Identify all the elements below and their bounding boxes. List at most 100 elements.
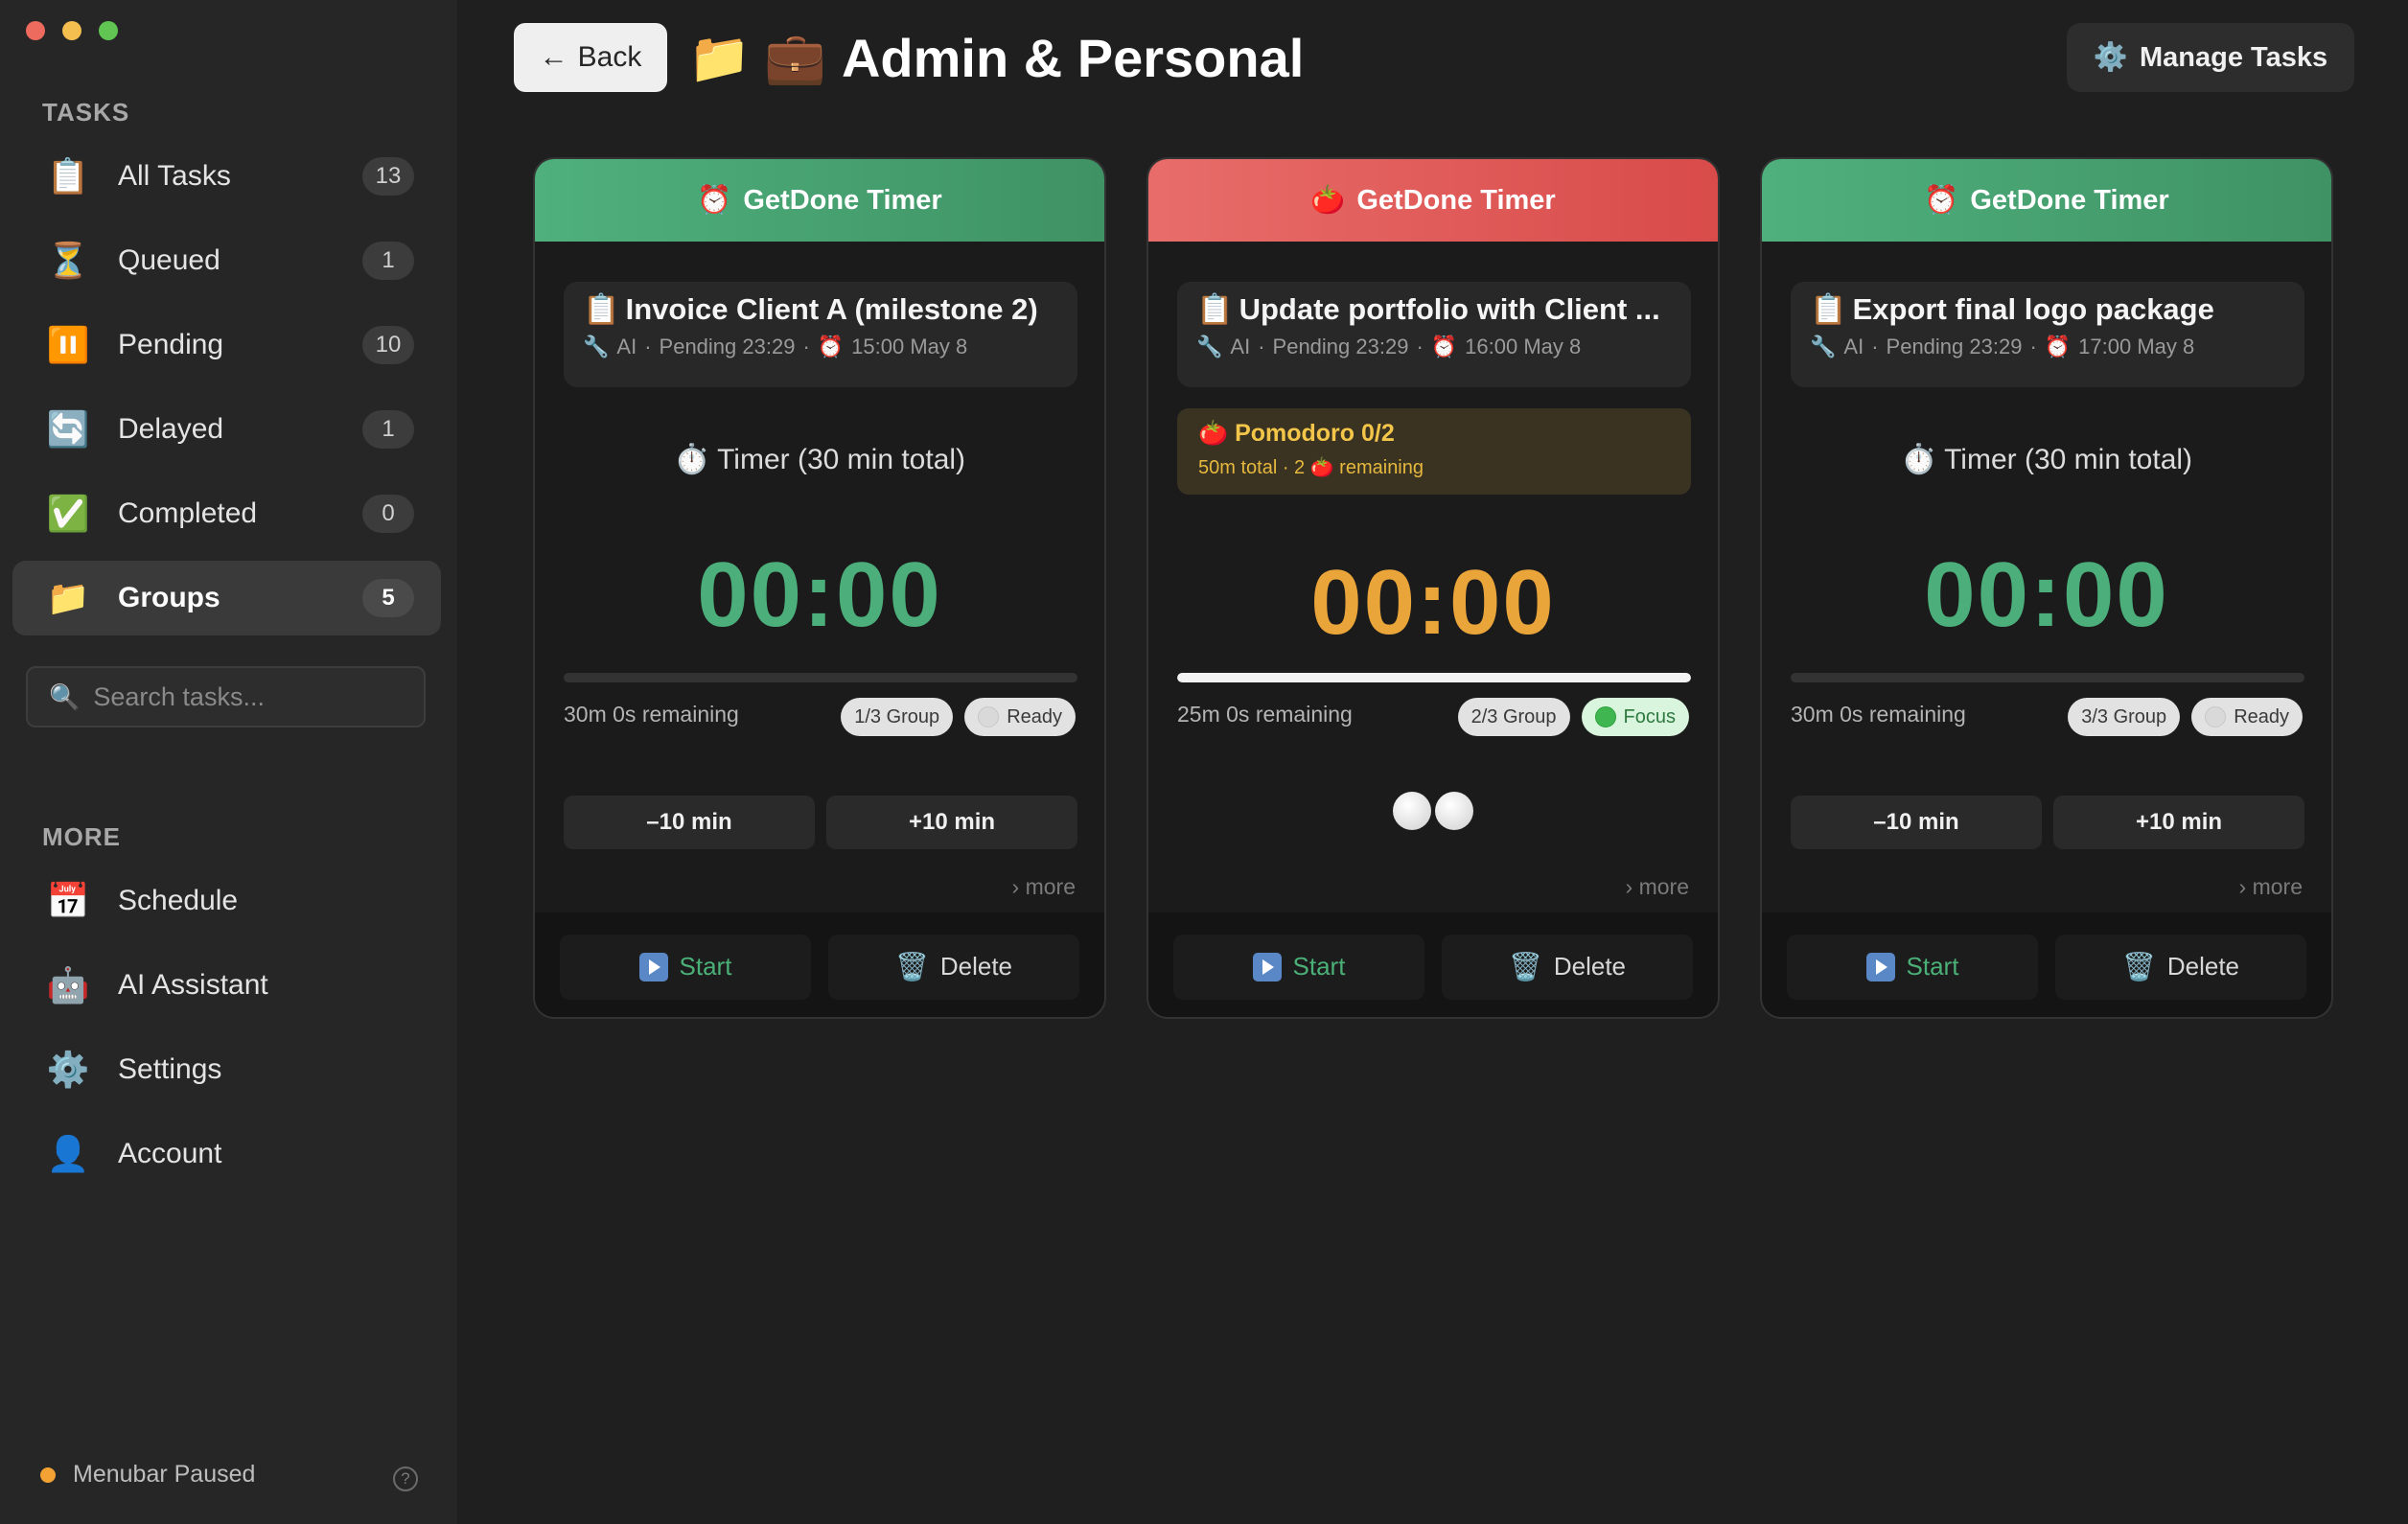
wrench-icon: 🔧 <box>1810 335 1837 358</box>
card-footer: Start 🗑️ Delete <box>1762 912 2331 1017</box>
back-button[interactable]: ← Back <box>514 23 667 92</box>
alarm-clock-icon: ⏰ <box>1924 185 1959 216</box>
clipboard-icon: 📋 <box>46 156 90 196</box>
more-link[interactable]: › more <box>1626 874 1689 900</box>
session-dot-icon <box>1393 792 1431 830</box>
count-badge: 13 <box>362 157 414 196</box>
task-title-text: Update portfolio with Client ... <box>1239 291 1660 326</box>
remaining-text: 25m 0s remaining <box>1177 702 1353 727</box>
card-header-label: GetDone Timer <box>1356 184 1556 216</box>
more-link[interactable]: › more <box>1012 874 1076 900</box>
count-badge: 10 <box>362 326 414 364</box>
pomodoro-session-dots <box>1148 792 1718 830</box>
task-meta: 🔧 AI · Pending 23:29 · ⏰ 17:00 May 8 <box>1810 335 2285 359</box>
minus-10-min-button[interactable]: –10 min <box>564 796 815 849</box>
task-title: 📋 Invoice Client A (milestone 2) <box>583 291 1058 327</box>
search-icon: 🔍 <box>49 681 81 711</box>
clipboard-icon: 📋 <box>583 292 620 326</box>
arrow-left-icon: ← <box>539 41 568 73</box>
calendar-icon: 📅 <box>46 881 90 920</box>
timer-display: 00:00 <box>697 543 942 646</box>
wrench-icon: 🔧 <box>1196 335 1223 358</box>
remaining-text: 30m 0s remaining <box>1791 702 1966 727</box>
play-icon <box>1865 952 1895 981</box>
start-button[interactable]: Start <box>1787 934 2038 1000</box>
sidebar-item-queued[interactable]: ⏳ Queued 1 <box>12 223 441 298</box>
delete-button[interactable]: 🗑️ Delete <box>828 934 1079 1000</box>
sidebar-item-label: Groups <box>118 582 220 613</box>
sidebar-item-label: Schedule <box>118 885 239 916</box>
page-title-text: Admin & Personal <box>841 28 1305 88</box>
count-badge: 5 <box>362 579 414 617</box>
meta-separator: · <box>802 335 810 358</box>
start-label: Start <box>1292 952 1346 981</box>
sidebar-item-schedule[interactable]: 📅 Schedule <box>12 864 441 938</box>
minus-10-min-button[interactable]: –10 min <box>1791 796 2042 849</box>
status-badge-label: Focus <box>1623 705 1676 727</box>
gear-icon: ⚙️ <box>2093 42 2128 73</box>
remaining-text: 30m 0s remaining <box>564 702 739 727</box>
progress-bar <box>564 673 1077 682</box>
start-label: Start <box>679 952 732 981</box>
alarm-clock-icon: ⏰ <box>817 335 845 358</box>
gear-icon: ⚙️ <box>46 1050 90 1089</box>
trash-icon: 🗑️ <box>1508 952 1542 981</box>
card-header-label: GetDone Timer <box>743 184 942 216</box>
status-badge: Ready <box>2191 698 2303 736</box>
menubar-status: Menubar Paused <box>40 1461 255 1489</box>
status-dot <box>40 1466 56 1483</box>
search-field[interactable]: 🔍 <box>26 666 426 727</box>
sidebar-item-settings[interactable]: ⚙️ Settings <box>12 1032 441 1107</box>
search-input[interactable] <box>93 681 410 712</box>
back-button-label: Back <box>577 41 642 73</box>
plus-10-min-button[interactable]: +10 min <box>2053 796 2304 849</box>
task-source: AI <box>1843 335 1864 358</box>
manage-tasks-button[interactable]: ⚙️ Manage Tasks <box>2067 23 2354 92</box>
user-icon: 👤 <box>46 1134 90 1173</box>
count-badge: 1 <box>362 410 414 449</box>
manage-tasks-label: Manage Tasks <box>2140 41 2328 73</box>
folder-icon: 📁 <box>46 578 90 617</box>
sidebar-item-delayed[interactable]: 🔄 Delayed 1 <box>12 392 441 467</box>
zoom-window-button[interactable] <box>99 21 118 40</box>
more-link[interactable]: › more <box>2239 874 2303 900</box>
delete-button[interactable]: 🗑️ Delete <box>2055 934 2306 1000</box>
progress-fill <box>1177 673 1691 682</box>
meta-separator: · <box>2029 335 2037 358</box>
sidebar-item-pending[interactable]: ⏸️ Pending 10 <box>12 308 441 382</box>
sidebar-item-groups[interactable]: 📁 Groups 5 <box>12 561 441 635</box>
card-header: ⏰ GetDone Timer <box>535 159 1104 242</box>
sidebar-item-account[interactable]: 👤 Account <box>12 1117 441 1191</box>
robot-icon: 🤖 <box>46 965 90 1004</box>
pomodoro-card: 🍅 GetDone Timer 📋 Update portfolio with … <box>1146 157 1720 1019</box>
refresh-icon: 🔄 <box>46 409 90 449</box>
task-due: 16:00 May 8 <box>1465 335 1582 358</box>
meta-separator: · <box>1871 335 1879 358</box>
minimize-window-button[interactable] <box>62 21 81 40</box>
start-button[interactable]: Start <box>1173 934 1424 1000</box>
timer-label: ⏱️ Timer (30 min total) <box>1900 444 2193 475</box>
start-button[interactable]: Start <box>560 934 811 1000</box>
delete-button[interactable]: 🗑️ Delete <box>1442 934 1693 1000</box>
sidebar-item-ai-assistant[interactable]: 🤖 AI Assistant <box>12 948 441 1023</box>
timer-card: ⏰ GetDone Timer 📋 Invoice Client A (mile… <box>533 157 1106 1019</box>
task-due: 15:00 May 8 <box>851 335 968 358</box>
close-window-button[interactable] <box>26 21 45 40</box>
plus-10-min-button[interactable]: +10 min <box>826 796 1077 849</box>
task-title-text: Export final logo package <box>1852 291 2214 326</box>
task-title: 📋 Export final logo package <box>1810 291 2285 327</box>
sidebar-item-completed[interactable]: ✅ Completed 0 <box>12 476 441 551</box>
help-icon[interactable]: ? <box>393 1466 418 1491</box>
delete-label: Delete <box>2166 952 2240 981</box>
sidebar-item-label: AI Assistant <box>118 969 268 1001</box>
tasks-section-label: TASKS <box>42 98 130 127</box>
card-footer: Start 🗑️ Delete <box>535 912 1104 1017</box>
status-badge: Ready <box>964 698 1076 736</box>
task-info: 📋 Export final logo package 🔧 AI · Pendi… <box>1791 282 2304 387</box>
task-source: AI <box>1230 335 1251 358</box>
delete-label: Delete <box>939 952 1013 981</box>
alarm-clock-icon: ⏰ <box>697 185 732 216</box>
check-icon: ✅ <box>46 494 90 533</box>
task-status: Pending 23:29 <box>1886 335 2023 358</box>
sidebar-item-all-tasks[interactable]: 📋 All Tasks 13 <box>12 139 441 214</box>
